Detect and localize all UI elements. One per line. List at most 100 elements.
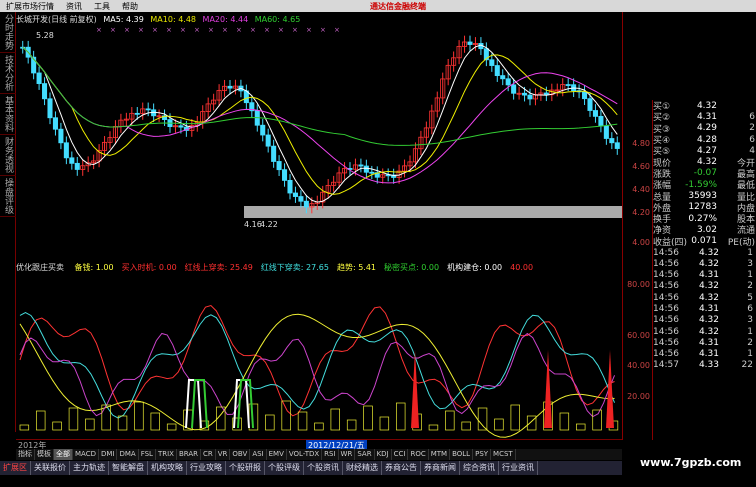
info-tab[interactable]: 个股资讯 — [304, 461, 343, 475]
candle — [74, 162, 80, 170]
indicator-chart[interactable] — [16, 258, 622, 440]
tick-row: 14:56 4.32 3 — [653, 258, 756, 269]
volume-bar — [445, 410, 455, 431]
toolbar-button[interactable]: CR — [201, 449, 216, 460]
info-tab[interactable]: 券商新闻 — [421, 461, 460, 475]
toolbar-button[interactable]: BOLL — [450, 449, 474, 460]
tick-volume: 3 — [747, 315, 753, 326]
info-tab[interactable]: 行业资讯 — [499, 461, 538, 475]
info-tab[interactable]: 智能解盘 — [109, 461, 148, 475]
menu-item-market[interactable]: 扩展市场行情 — [0, 1, 60, 12]
volume-bar — [134, 401, 144, 431]
toolbar-button[interactable]: VR — [216, 449, 231, 460]
toolbar-button[interactable]: 全部 — [54, 449, 73, 460]
tick-row: 14:56 4.32 5 — [653, 292, 756, 303]
chart-area[interactable]: × × × × × × × × × × × × × × × × × × 长城开发(日线 前复权) MA5: 4.3… — [16, 12, 622, 440]
toolbar-button[interactable]: EMV — [267, 449, 287, 460]
toolbar-button[interactable]: VOL-TDX — [287, 449, 323, 460]
indicator-name: 优化跟庄买卖 — [16, 263, 64, 272]
axis-tick: 4.60 — [632, 162, 650, 171]
volume-bar — [592, 409, 602, 431]
volume-bar — [281, 400, 291, 431]
candle — [36, 72, 42, 84]
toolbar-button[interactable]: 模板 — [35, 449, 54, 460]
tick-row: 14:56 4.31 1 — [653, 349, 756, 360]
tick-price: 4.32 — [698, 281, 719, 292]
indicator-axis-tick: 80.00 — [627, 280, 650, 289]
info-tab[interactable]: 个股研报 — [226, 461, 265, 475]
tick-row: 14:56 4.31 1 — [653, 269, 756, 280]
info-tab[interactable]: 券商公告 — [382, 461, 421, 475]
quote-value: 35993 — [688, 191, 717, 202]
quote-row: 收益(四) 0.071 PE(动) — [653, 236, 756, 248]
candle — [592, 110, 598, 117]
left-tab-finance[interactable]: 财务透视 — [0, 135, 16, 176]
quote-value: 0.071 — [691, 236, 717, 247]
menu-item-tools[interactable]: 工具 — [88, 1, 116, 12]
toolbar-button[interactable]: DMI — [99, 449, 118, 460]
quote-value: 4.32 — [696, 157, 717, 168]
toolbar-button[interactable]: MACD — [73, 449, 99, 460]
toolbar-button[interactable]: MCST — [491, 449, 516, 460]
toolbar-button[interactable]: TRIX — [156, 449, 177, 460]
info-tab[interactable]: 机构攻略 — [148, 461, 187, 475]
tick-volume: 1 — [747, 270, 753, 281]
info-tab[interactable]: 综合资讯 — [460, 461, 499, 475]
toolbar-button[interactable]: BRAR — [177, 449, 201, 460]
candle — [282, 169, 288, 181]
candle — [587, 98, 593, 111]
price-chart[interactable]: × × × × × × × × × × × × × × × × × × — [16, 12, 622, 258]
candle — [489, 59, 495, 66]
trend-line — [19, 313, 615, 438]
left-tab-intraday[interactable]: 分时走势 — [0, 12, 16, 53]
toolbar-button[interactable]: CCI — [392, 449, 409, 460]
candle — [303, 200, 309, 208]
left-tab-technical[interactable]: 技术分析 — [0, 53, 16, 94]
toolbar-button[interactable]: DMA — [117, 449, 139, 460]
candle — [614, 142, 620, 149]
volume-bar — [576, 423, 586, 431]
toolbar-button[interactable]: ASI — [250, 449, 267, 460]
volume-bar — [297, 411, 308, 431]
menu-item-news[interactable]: 资讯 — [60, 1, 88, 12]
left-tab-profile[interactable]: 基本资料 — [0, 94, 16, 135]
info-tab[interactable]: 主力轨迹 — [70, 461, 109, 475]
info-tab[interactable]: 扩展区 — [0, 461, 31, 475]
tick-price: 4.32 — [698, 315, 719, 326]
toolbar-button[interactable]: PSY — [473, 449, 492, 460]
signal-mark: × — [180, 26, 186, 34]
volume-bar — [19, 424, 30, 431]
toolbar-button[interactable]: FSL — [139, 449, 156, 460]
tick-row: 14:56 4.32 3 — [653, 315, 756, 326]
toolbar-button[interactable]: KDJ — [375, 449, 392, 460]
toolbar-button[interactable]: WR — [339, 449, 356, 460]
quote-value: 4.31 — [696, 111, 717, 122]
volume-bar — [117, 415, 128, 431]
toolbar-button[interactable]: RSI — [322, 449, 339, 460]
candle — [42, 83, 48, 100]
info-tab[interactable]: 行业攻略 — [187, 461, 226, 475]
toolbar-button[interactable]: OBV — [230, 449, 251, 460]
toolbar-button[interactable]: 指标 — [16, 449, 35, 460]
quote-value: 12783 — [688, 202, 717, 213]
ma-legend-item: MA20: 4.44 — [200, 15, 249, 24]
info-tab[interactable]: 个股评级 — [265, 461, 304, 475]
menu-item-help[interactable]: 帮助 — [116, 1, 144, 12]
tick-volume: 22 — [741, 360, 753, 371]
candle — [363, 165, 369, 173]
toolbar-button[interactable]: SAR — [355, 449, 375, 460]
quote-extra: 6 — [749, 111, 755, 122]
toolbar-button[interactable]: ROC — [408, 449, 429, 460]
left-tab-rating[interactable]: 操盘评级 — [0, 176, 16, 217]
signal-mark: × — [96, 26, 102, 34]
info-tab[interactable]: 财经精选 — [343, 461, 382, 475]
info-tab[interactable]: 关联报价 — [31, 461, 70, 475]
tick-time: 14:57 — [653, 360, 679, 371]
candle — [527, 94, 533, 100]
candle — [260, 124, 266, 136]
volume-bar — [510, 404, 520, 431]
candle — [582, 91, 588, 100]
volume-bar — [330, 408, 340, 431]
toolbar-button[interactable]: MTM — [429, 449, 451, 460]
volume-bar — [265, 414, 275, 431]
